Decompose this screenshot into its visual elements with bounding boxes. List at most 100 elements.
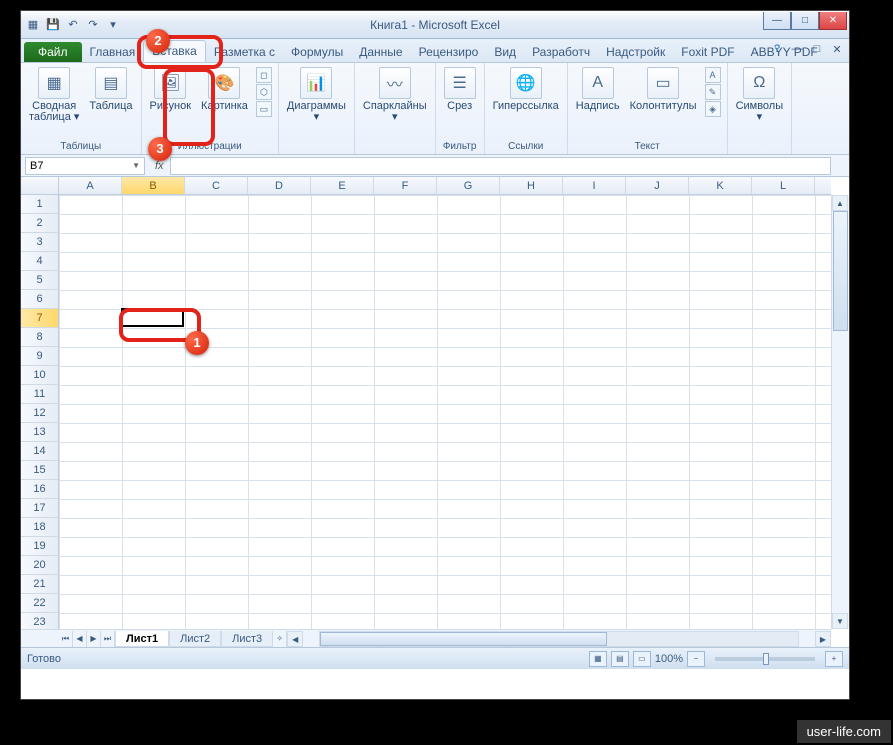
sheet-tab-2[interactable]: Лист2 [169, 631, 221, 647]
row-header-3[interactable]: 3 [21, 233, 58, 252]
scroll-down-icon[interactable]: ▼ [832, 613, 848, 629]
col-header-D[interactable]: D [248, 177, 311, 194]
col-header-G[interactable]: G [437, 177, 500, 194]
new-sheet-icon[interactable]: ✧ [273, 631, 287, 647]
row-header-6[interactable]: 6 [21, 290, 58, 309]
row-header-10[interactable]: 10 [21, 366, 58, 385]
col-header-F[interactable]: F [374, 177, 437, 194]
row-header-12[interactable]: 12 [21, 404, 58, 423]
row-header-2[interactable]: 2 [21, 214, 58, 233]
row-header-18[interactable]: 18 [21, 518, 58, 537]
doc-close-icon[interactable]: ✕ [829, 41, 845, 57]
scroll-left-icon[interactable]: ◀ [287, 631, 303, 647]
row-header-8[interactable]: 8 [21, 328, 58, 347]
row-header-19[interactable]: 19 [21, 537, 58, 556]
help-icon[interactable]: ? [769, 41, 785, 57]
row-header-7[interactable]: 7 [21, 309, 58, 328]
hscroll-track[interactable] [319, 631, 799, 647]
tab-data[interactable]: Данные [351, 42, 410, 62]
vertical-scrollbar[interactable]: ▲ ▼ [831, 195, 849, 629]
col-header-C[interactable]: C [185, 177, 248, 194]
tab-review[interactable]: Рецензиро [411, 42, 487, 62]
col-header-I[interactable]: I [563, 177, 626, 194]
row-header-9[interactable]: 9 [21, 347, 58, 366]
charts-button[interactable]: 📊 Диаграммы▾ [283, 65, 350, 125]
tab-formulas[interactable]: Формулы [283, 42, 351, 62]
row-header-14[interactable]: 14 [21, 442, 58, 461]
file-tab[interactable]: Файл [24, 42, 82, 62]
row-header-5[interactable]: 5 [21, 271, 58, 290]
hscroll-thumb[interactable] [320, 632, 607, 646]
row-header-1[interactable]: 1 [21, 195, 58, 214]
tab-developer[interactable]: Разработч [524, 42, 598, 62]
picture-button[interactable]: 🖼 Рисунок [146, 65, 196, 114]
sheet-nav-prev-icon[interactable]: ◀ [73, 631, 87, 647]
namebox-dropdown-icon[interactable]: ▼ [132, 161, 140, 170]
headerfooter-button[interactable]: ▭ Колонтитулы [626, 65, 701, 114]
view-pagelayout-icon[interactable]: ▤ [611, 651, 629, 667]
clipart-button[interactable]: 🎨 Картинка [197, 65, 252, 114]
redo-icon[interactable]: ↷ [85, 17, 101, 33]
hyperlink-button[interactable]: 🌐 Гиперссылка [489, 65, 563, 114]
col-header-B[interactable]: B [122, 177, 185, 194]
sheet-nav-first-icon[interactable]: ⏮ [59, 631, 73, 647]
sheet-tab-1[interactable]: Лист1 [115, 631, 169, 647]
sheet-nav-last-icon[interactable]: ⏭ [101, 631, 115, 647]
row-header-22[interactable]: 22 [21, 594, 58, 613]
col-header-J[interactable]: J [626, 177, 689, 194]
fx-icon[interactable]: fx [155, 160, 164, 172]
slicer-button[interactable]: ☰ Срез [440, 65, 480, 114]
col-header-A[interactable]: A [59, 177, 122, 194]
row-header-21[interactable]: 21 [21, 575, 58, 594]
pivot-table-button[interactable]: ▦ Сводная таблица ▾ [25, 65, 83, 125]
scroll-up-icon[interactable]: ▲ [832, 195, 848, 211]
sheet-tab-3[interactable]: Лист3 [221, 631, 273, 647]
tab-home[interactable]: Главная [82, 42, 144, 62]
select-all-corner[interactable] [21, 177, 59, 195]
col-header-H[interactable]: H [500, 177, 563, 194]
minimize-button[interactable]: — [763, 12, 791, 30]
zoom-out-button[interactable]: − [687, 651, 705, 667]
formula-bar[interactable] [170, 157, 831, 175]
undo-icon[interactable]: ↶ [65, 17, 81, 33]
col-header-E[interactable]: E [311, 177, 374, 194]
textbox-button[interactable]: A Надпись [572, 65, 624, 114]
row-header-17[interactable]: 17 [21, 499, 58, 518]
sparklines-button[interactable]: 〰 Спарклайны▾ [359, 65, 431, 125]
zoom-in-button[interactable]: + [825, 651, 843, 667]
object-icon[interactable]: ◈ [705, 101, 721, 117]
close-button[interactable]: ✕ [819, 12, 847, 30]
excel-icon[interactable]: ▦ [25, 17, 41, 33]
col-header-L[interactable]: L [752, 177, 815, 194]
wordart-icon[interactable]: A [705, 67, 721, 83]
screenshot-icon[interactable]: ▭ [256, 101, 272, 117]
save-icon[interactable]: 💾 [45, 17, 61, 33]
cells-area[interactable] [59, 195, 831, 629]
row-header-4[interactable]: 4 [21, 252, 58, 271]
row-header-15[interactable]: 15 [21, 461, 58, 480]
row-header-16[interactable]: 16 [21, 480, 58, 499]
selected-cell[interactable] [121, 308, 184, 327]
sheet-nav-next-icon[interactable]: ▶ [87, 631, 101, 647]
vscroll-thumb[interactable] [833, 211, 848, 331]
row-header-11[interactable]: 11 [21, 385, 58, 404]
zoom-thumb[interactable] [763, 653, 769, 665]
zoom-slider[interactable] [715, 657, 815, 661]
view-normal-icon[interactable]: ▦ [589, 651, 607, 667]
table-button[interactable]: ▤ Таблица [85, 65, 136, 114]
row-header-20[interactable]: 20 [21, 556, 58, 575]
symbols-button[interactable]: Ω Символы▾ [732, 65, 788, 125]
scroll-right-icon[interactable]: ▶ [815, 631, 831, 647]
tab-pagelayout[interactable]: Разметка с [206, 42, 283, 62]
tab-view[interactable]: Вид [486, 42, 524, 62]
view-pagebreak-icon[interactable]: ▭ [633, 651, 651, 667]
maximize-button[interactable]: □ [791, 12, 819, 30]
doc-max-icon[interactable]: □ [809, 41, 825, 57]
qat-dropdown-icon[interactable]: ▾ [105, 17, 121, 33]
name-box[interactable]: B7 ▼ [25, 157, 145, 175]
minimize-ribbon-icon[interactable]: ˏ [749, 41, 765, 57]
tab-addins[interactable]: Надстройк [598, 42, 673, 62]
row-header-13[interactable]: 13 [21, 423, 58, 442]
shapes-icon[interactable]: ◻ [256, 67, 272, 83]
doc-min-icon[interactable]: — [789, 41, 805, 57]
